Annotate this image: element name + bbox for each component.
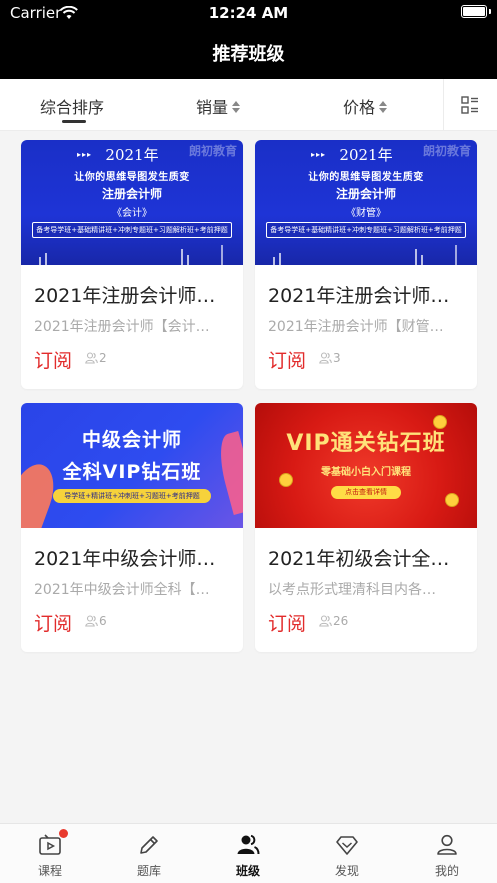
people-icon <box>85 352 98 364</box>
student-count-value: 3 <box>333 351 341 365</box>
sort-arrows-icon <box>379 100 388 113</box>
thumb-brand-watermark: 朗初教育 <box>188 144 237 158</box>
sort-arrows-icon <box>232 100 241 113</box>
thumb-slogan: 让你的思维导图发生质变 <box>74 172 190 183</box>
student-count-value: 26 <box>333 614 349 628</box>
diamond-icon <box>335 833 359 857</box>
student-count: 2 <box>85 351 107 365</box>
tab-label: 我的 <box>434 864 459 878</box>
people-icon <box>319 615 332 627</box>
decoration-coin <box>279 473 293 487</box>
tab-label: 发现 <box>334 864 359 878</box>
course-subtitle: 以考点形式理清科目内各… <box>268 582 436 598</box>
notification-badge <box>59 829 68 838</box>
video-icon <box>38 833 62 857</box>
people-icon <box>319 352 332 364</box>
thumb-heading: 中级会计师 <box>81 429 182 451</box>
thumb-brand-watermark: 朗初教育 <box>422 144 471 158</box>
sort-sales[interactable]: 销量 <box>196 94 241 118</box>
course-title: 2021年注册会计师… <box>268 285 450 307</box>
course-thumbnail: VIP通关钻石班 零基础小白入门课程 点击查看详情 <box>255 403 477 528</box>
thumb-heading: VIP通关钻石班 <box>286 431 446 456</box>
tab-courses[interactable]: 课程 <box>0 824 100 883</box>
course-title: 2021年初级会计全… <box>268 548 450 570</box>
filter-bar: 综合排序 销量 价格 <box>0 79 497 131</box>
subscribe-label: 订阅 <box>34 613 73 635</box>
course-card[interactable]: 中级会计师 全科VIP钻石班 导学班+精讲班+冲刺班+习题班+考前押题 2021… <box>21 403 243 652</box>
course-title: 2021年注册会计师… <box>34 285 216 307</box>
course-subtitle: 2021年注册会计师【会计… <box>34 319 210 335</box>
course-card[interactable]: ▸▸▸ 2021年 朗初教育 让你的思维导图发生质变 注册会计师 《财管》 备考… <box>255 140 477 389</box>
tab-bar: 课程 题库 班级 发现 我的 <box>0 823 497 883</box>
page-title: 推荐班级 <box>212 44 285 65</box>
active-sort-underline <box>62 120 86 123</box>
status-bar: Carrier 12:24 AM <box>0 0 497 26</box>
thumb-class-list: 备考导学班+基础精讲班+冲刺专题班+习题解析班+考前押题 <box>266 222 466 238</box>
tab-label: 课程 <box>37 864 62 878</box>
tab-question-bank[interactable]: 题库 <box>99 824 199 883</box>
student-count: 3 <box>319 351 341 365</box>
course-thumbnail: ▸▸▸ 2021年 朗初教育 让你的思维导图发生质变 注册会计师 《会计》 备考… <box>21 140 243 265</box>
decoration-coin <box>445 493 459 507</box>
thumb-heading: 注册会计师 <box>335 187 396 201</box>
subscribe-label: 订阅 <box>34 350 73 372</box>
thumb-slogan: 让你的思维导图发生质变 <box>308 172 424 183</box>
subscribe-label: 订阅 <box>268 350 307 372</box>
course-subtitle: 2021年中级会计师全科【… <box>34 582 210 598</box>
person-icon <box>435 833 459 857</box>
course-thumbnail: ▸▸▸ 2021年 朗初教育 让你的思维导图发生质变 注册会计师 《财管》 备考… <box>255 140 477 265</box>
sort-sales-label: 销量 <box>196 98 229 117</box>
thumb-subheading: 全科VIP钻石班 <box>62 461 202 483</box>
thumb-subheading: 零基础小白入门课程 <box>321 467 411 478</box>
student-count-value: 6 <box>99 614 107 628</box>
subscribe-label: 订阅 <box>268 613 307 635</box>
pencil-icon <box>137 833 161 857</box>
battery-icon <box>461 5 487 18</box>
thumb-subject: 《会计》 <box>112 208 152 219</box>
clock: 12:24 AM <box>208 4 289 22</box>
student-count-value: 2 <box>99 351 107 365</box>
list-layout-icon[interactable] <box>461 96 479 114</box>
course-card[interactable]: VIP通关钻石班 零基础小白入门课程 点击查看详情 2021年初级会计全… 以考… <box>255 403 477 652</box>
divider <box>443 79 444 131</box>
decoration-bars <box>273 245 457 265</box>
group-icon <box>236 833 260 857</box>
sort-comprehensive[interactable]: 综合排序 <box>40 94 104 118</box>
tab-classes[interactable]: 班级 <box>198 824 298 883</box>
thumb-detail-button: 点击查看详情 <box>331 486 401 499</box>
course-title: 2021年中级会计师… <box>34 548 216 570</box>
decoration-bars <box>39 245 223 265</box>
tab-label: 题库 <box>136 864 161 878</box>
battery-tip <box>489 9 491 14</box>
sort-price-label: 价格 <box>343 98 376 117</box>
tab-discover[interactable]: 发现 <box>297 824 397 883</box>
course-thumbnail: 中级会计师 全科VIP钻石班 导学班+精讲班+冲刺班+习题班+考前押题 <box>21 403 243 528</box>
thumb-class-list: 备考导学班+基础精讲班+冲刺专题班+习题解析班+考前押题 <box>32 222 232 238</box>
tab-label: 班级 <box>235 864 260 878</box>
thumb-heading: 注册会计师 <box>101 187 162 201</box>
thumb-class-list: 导学班+精讲班+冲刺班+习题班+考前押题 <box>53 489 211 503</box>
thumb-subject: 《财管》 <box>346 208 386 219</box>
student-count: 26 <box>319 614 348 628</box>
course-subtitle: 2021年注册会计师【财管… <box>268 319 444 335</box>
course-card[interactable]: ▸▸▸ 2021年 朗初教育 让你的思维导图发生质变 注册会计师 《会计》 备考… <box>21 140 243 389</box>
nav-bar: 推荐班级 <box>0 26 497 79</box>
people-icon <box>85 615 98 627</box>
student-count: 6 <box>85 614 107 628</box>
sort-price[interactable]: 价格 <box>343 94 388 118</box>
tab-profile[interactable]: 我的 <box>397 824 497 883</box>
